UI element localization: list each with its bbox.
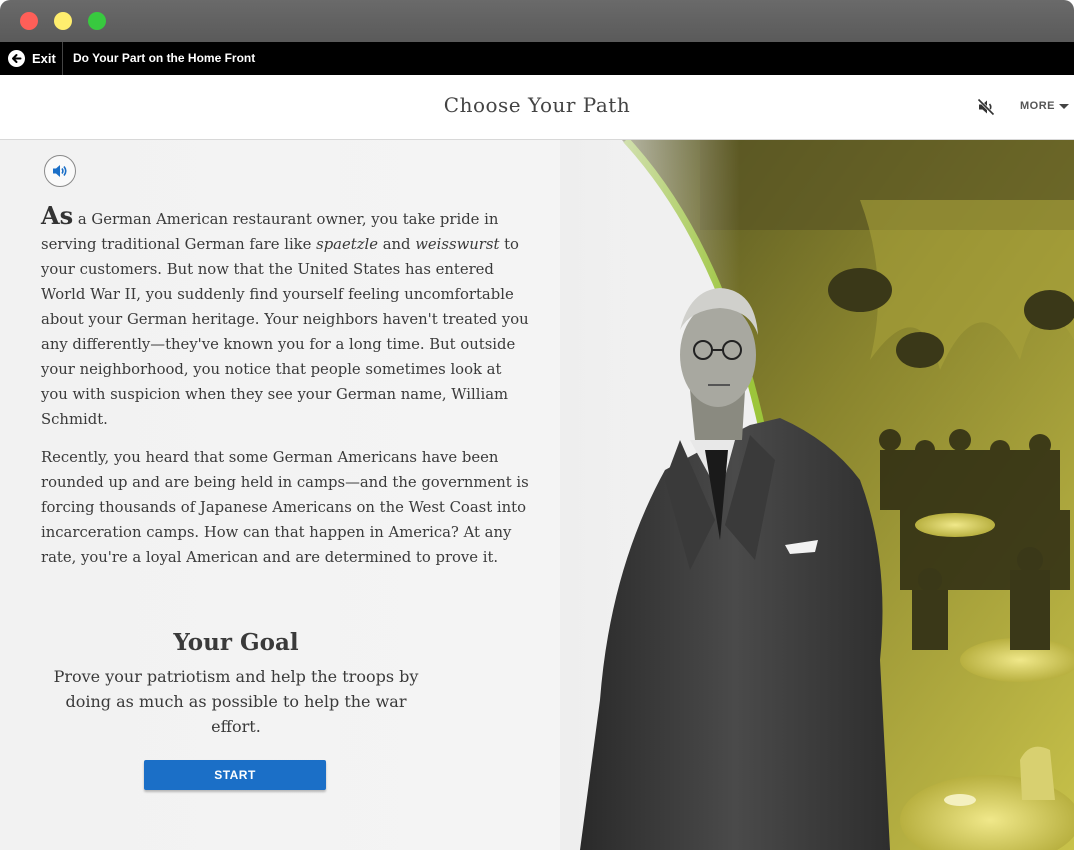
story-p1-and: and: [378, 236, 416, 253]
maximize-window-button[interactable]: [88, 12, 106, 30]
story-paragraph-1: As a German American restaurant owner, y…: [41, 203, 531, 432]
activity-title: Do Your Part on the Home Front: [73, 51, 256, 65]
minimize-window-button[interactable]: [54, 12, 72, 30]
restaurant-photo: [560, 140, 1074, 850]
story-p1-dish-2: weisswurst: [415, 236, 500, 253]
arrow-left-circle-icon: [8, 50, 25, 67]
story-content: As a German American restaurant owner, y…: [0, 140, 1074, 850]
top-nav-bar: Exit Do Your Part on the Home Front: [0, 42, 1074, 75]
page-header: Choose Your Path MORE: [0, 75, 1074, 140]
goal-heading: Your Goal: [173, 629, 299, 656]
story-p1-dish-1: spaetzle: [316, 236, 378, 253]
window-titlebar: [0, 0, 1074, 42]
caret-down-icon: [1059, 103, 1069, 109]
mute-button[interactable]: [976, 97, 996, 117]
speaker-icon: [53, 165, 67, 177]
more-menu-button[interactable]: MORE: [1020, 100, 1069, 112]
speaker-muted-icon: [977, 98, 995, 116]
page-title: Choose Your Path: [443, 93, 631, 117]
goal-description: Prove your patriotism and help the troop…: [53, 667, 419, 736]
drop-cap: As: [41, 201, 74, 230]
start-button[interactable]: START: [144, 760, 326, 790]
story-paragraph-2: Recently, you heard that some German Ame…: [41, 449, 529, 566]
close-window-button[interactable]: [20, 12, 38, 30]
story-p1-part-b: to your customers. But now that the Unit…: [41, 236, 529, 428]
exit-button[interactable]: Exit: [0, 42, 63, 75]
exit-label: Exit: [32, 51, 56, 66]
narration-audio-button[interactable]: [44, 155, 76, 187]
more-label: MORE: [1020, 100, 1055, 112]
